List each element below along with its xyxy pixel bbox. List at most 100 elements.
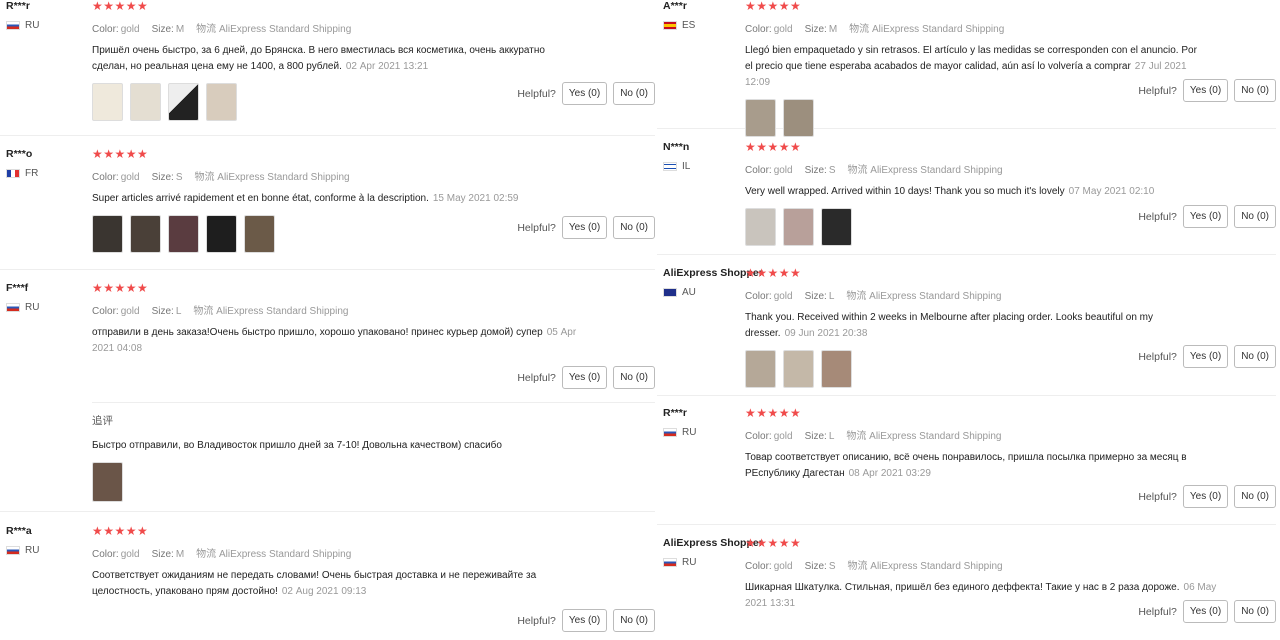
review-attributes: Color: gold Size: S 物流 AliExpress Standard S… [92, 172, 350, 183]
followup-label: 追评 [92, 415, 113, 427]
helpful-yes-button[interactable]: Yes (0) [1182, 485, 1229, 508]
review-attributes: Color: gold Size: M 物流 AliExpress Standard S… [92, 549, 352, 560]
reviewer-country: FR [6, 168, 38, 179]
review-item: F***f RU ★★★★★ Color: gold Size: L 物流 AliExp… [0, 282, 655, 512]
helpful-yes-button[interactable]: Yes (0) [1182, 345, 1229, 368]
review-attributes: Color: gold Size: M 物流 AliExpress Standard S… [92, 24, 352, 35]
helpful-no-button[interactable]: No (0) [613, 366, 655, 389]
review-photos [92, 462, 612, 502]
helpful-voting: Helpful? Yes (0) No (0) [517, 216, 655, 239]
review-item: R***o FR ★★★★★ Color: gold Size: S 物流 AliExp… [0, 148, 655, 270]
reviewer-country: RU [6, 545, 39, 556]
review-photo[interactable] [130, 83, 161, 121]
helpful-no-button[interactable]: No (0) [613, 82, 655, 105]
flag-au-icon [663, 288, 677, 297]
review-date: 15 May 2021 02:59 [432, 193, 519, 204]
reviewer-name: N***n [663, 141, 690, 153]
review-text: Соответствует ожиданиям не передать слов… [92, 570, 537, 597]
review-text: Пришёл очень быстро, за 6 дней, до Брянс… [92, 45, 545, 72]
helpful-no-button[interactable]: No (0) [1234, 485, 1276, 508]
reviewer-country: RU [663, 427, 696, 438]
review-photo[interactable] [745, 208, 776, 246]
helpful-no-button[interactable]: No (0) [613, 609, 655, 632]
review-attributes: Color: gold Size: M 物流 AliExpress Standard S… [745, 24, 1005, 35]
helpful-voting: Helpful? Yes (0) No (0) [517, 366, 655, 389]
helpful-voting: Helpful? Yes (0) No (0) [517, 609, 655, 632]
helpful-no-button[interactable]: No (0) [1234, 79, 1276, 102]
review-photo[interactable] [745, 350, 776, 388]
helpful-yes-button[interactable]: Yes (0) [1182, 79, 1229, 102]
reviewer-name: F***f [6, 282, 29, 294]
review-date: 08 Apr 2021 03:29 [848, 468, 931, 479]
review-photo[interactable] [783, 208, 814, 246]
review-photo[interactable] [783, 350, 814, 388]
rating-stars: ★★★★★ [745, 0, 802, 13]
reviewer-name: R***a [6, 525, 32, 537]
helpful-yes-button[interactable]: Yes (0) [561, 609, 608, 632]
helpful-voting: Helpful? Yes (0) No (0) [1138, 600, 1276, 623]
review-photo[interactable] [168, 83, 199, 121]
reviewer-country: RU [6, 20, 39, 31]
helpful-yes-button[interactable]: Yes (0) [1182, 205, 1229, 228]
review-item: AliExpress Shopper AU ★★★★★ Color: gold Si… [657, 267, 1276, 396]
review-photo[interactable] [745, 99, 776, 137]
followup-text: Быстро отправили, во Владивосток пришло … [92, 440, 502, 451]
review-photo[interactable] [244, 215, 275, 253]
reviewer-country: ES [663, 20, 695, 31]
flag-ru-icon [663, 558, 677, 567]
review-photo[interactable] [206, 83, 237, 121]
review-attributes: Color: gold Size: S 物流 AliExpress Standard S… [745, 561, 1003, 572]
reviewer-country: RU [6, 302, 39, 313]
flag-ru-icon [6, 546, 20, 555]
review-date: 02 Aug 2021 09:13 [281, 586, 367, 597]
review-photo[interactable] [92, 215, 123, 253]
review-photos [745, 350, 1205, 388]
reviewer-country: AU [663, 287, 696, 298]
review-item: A***r ES ★★★★★ Color: gold Size: M 物流 AliExp… [657, 0, 1276, 137]
review-photos [92, 83, 577, 121]
review-photo[interactable] [206, 215, 237, 253]
helpful-no-button[interactable]: No (0) [1234, 205, 1276, 228]
review-attributes: Color: gold Size: S 物流 AliExpress Standard S… [745, 165, 1003, 176]
review-date: 07 May 2021 02:10 [1068, 186, 1155, 197]
flag-il-icon [663, 162, 677, 171]
review-photo[interactable] [130, 215, 161, 253]
review-date: 09 Jun 2021 20:38 [784, 328, 868, 339]
flag-es-icon [663, 21, 677, 30]
helpful-yes-button[interactable]: Yes (0) [561, 82, 608, 105]
review-photo[interactable] [783, 99, 814, 137]
helpful-yes-button[interactable]: Yes (0) [561, 366, 608, 389]
helpful-no-button[interactable]: No (0) [613, 216, 655, 239]
flag-ru-icon [663, 428, 677, 437]
reviewer-country: IL [663, 161, 690, 172]
reviewer-name: R***r [663, 407, 687, 419]
flag-ru-icon [6, 303, 20, 312]
rating-stars: ★★★★★ [745, 536, 802, 550]
review-photo[interactable] [92, 83, 123, 121]
helpful-voting: Helpful? Yes (0) No (0) [1138, 205, 1276, 228]
review-photo[interactable] [92, 462, 123, 502]
reviews-column-left: R***r RU ★★★★★ Color: gold Size: M 物流 AliExp… [0, 0, 655, 640]
review-photo[interactable] [168, 215, 199, 253]
helpful-no-button[interactable]: No (0) [1234, 345, 1276, 368]
review-photo[interactable] [821, 350, 852, 388]
helpful-voting: Helpful? Yes (0) No (0) [1138, 485, 1276, 508]
rating-stars: ★★★★★ [92, 0, 149, 13]
flag-fr-icon [6, 169, 20, 178]
helpful-yes-button[interactable]: Yes (0) [561, 216, 608, 239]
reviewer-name: R***r [6, 0, 30, 12]
review-item: N***n IL ★★★★★ Color: gold Size: S 物流 AliExp… [657, 141, 1276, 255]
flag-ru-icon [6, 21, 20, 30]
reviewer-name: R***o [6, 148, 33, 160]
helpful-yes-button[interactable]: Yes (0) [1182, 600, 1229, 623]
helpful-voting: Helpful? Yes (0) No (0) [517, 82, 655, 105]
rating-stars: ★★★★★ [745, 266, 802, 280]
review-attributes: Color: gold Size: L 物流 AliExpress Standard S… [92, 306, 349, 317]
reviews-column-right: A***r ES ★★★★★ Color: gold Size: M 物流 AliExp… [657, 0, 1276, 640]
review-item: R***r RU ★★★★★ Color: gold Size: M 物流 AliExp… [0, 0, 655, 136]
helpful-no-button[interactable]: No (0) [1234, 600, 1276, 623]
rating-stars: ★★★★★ [745, 140, 802, 154]
review-date: 02 Apr 2021 13:21 [345, 61, 429, 72]
review-text: Thank you. Received within 2 weeks in Me… [745, 312, 1154, 339]
review-photo[interactable] [821, 208, 852, 246]
